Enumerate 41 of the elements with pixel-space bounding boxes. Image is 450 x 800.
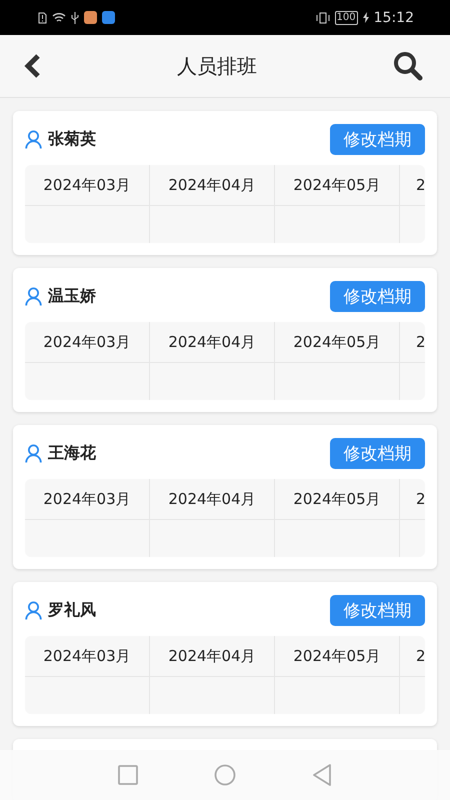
back-icon[interactable]	[22, 53, 42, 79]
edit-schedule-button[interactable]: 修改档期	[330, 124, 425, 154]
battery-level: 100	[334, 10, 358, 24]
month-header: 2024年05月	[275, 165, 399, 206]
charging-icon	[362, 12, 369, 23]
recent-apps-icon[interactable]	[118, 765, 138, 785]
month-header: 2024年05月	[275, 636, 399, 677]
month-header: 2024年04月	[150, 165, 274, 206]
user-icon	[25, 444, 42, 462]
person-name: 王海花	[48, 442, 96, 464]
month-header: 2024年05月	[275, 322, 399, 363]
month-header: 2024年04月	[150, 479, 274, 520]
month-header: 2024年04月	[150, 322, 274, 363]
person-name: 罗礼风	[48, 600, 96, 620]
person-name: 张菊英	[48, 128, 96, 150]
month-header: 2024年04月	[150, 636, 274, 677]
month-header: 2	[400, 479, 425, 520]
clock-time: 15:12	[374, 10, 414, 26]
month-header: 2024年03月	[25, 165, 149, 206]
month-header: 2024年03月	[25, 636, 149, 677]
month-header: 2024年05月	[275, 479, 399, 520]
month-header: 2024年03月	[25, 322, 149, 363]
wifi-icon	[52, 12, 66, 23]
edit-schedule-button[interactable]: 修改档期	[330, 438, 425, 468]
sim-alert-icon	[38, 12, 47, 24]
edit-schedule-button[interactable]: 修改档期	[330, 594, 425, 626]
month-header: 2	[400, 165, 425, 206]
edit-schedule-button[interactable]: 修改档期	[330, 280, 425, 312]
usb-icon	[71, 12, 79, 24]
month-header: 2	[400, 636, 425, 677]
page-title: 人员排班	[177, 52, 257, 80]
home-icon[interactable]	[214, 764, 236, 786]
month-header: 2024年03月	[25, 479, 149, 520]
vibrate-icon	[316, 12, 330, 24]
user-icon	[25, 286, 42, 306]
user-icon	[25, 130, 42, 148]
month-header: 2	[400, 322, 425, 363]
user-icon	[25, 600, 42, 620]
back-triangle-icon[interactable]	[312, 764, 332, 786]
search-icon[interactable]	[392, 51, 424, 81]
person-name: 温玉娇	[48, 286, 96, 306]
